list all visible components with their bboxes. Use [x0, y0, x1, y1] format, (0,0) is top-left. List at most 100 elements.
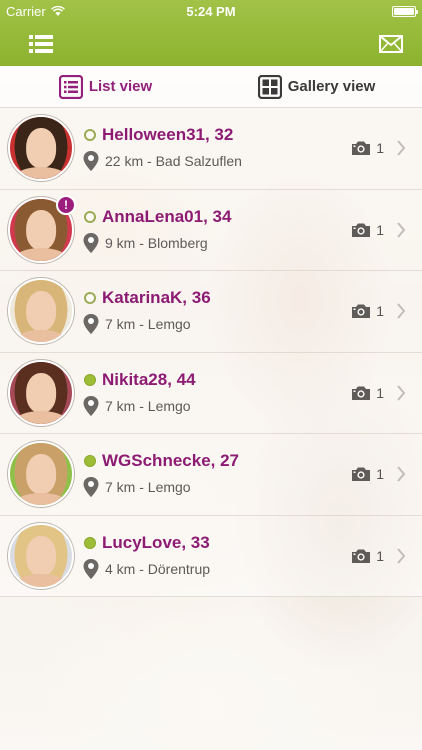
avatar[interactable] [8, 278, 74, 345]
profile-location: 7 km - Lemgo [105, 479, 191, 496]
avatar-wrap: ! [8, 194, 76, 263]
location-pin-icon [83, 558, 99, 579]
profile-info: Nikita28, 44 7 km - Lemgo [83, 370, 351, 416]
avatar-face [26, 291, 56, 332]
avatar-shoulder [16, 166, 66, 180]
profile-name: Helloween31, 32 [102, 125, 234, 145]
chevron-right-icon [397, 466, 406, 482]
location-line: 4 km - Dörentrup [83, 558, 351, 579]
avatar-wrap [8, 115, 74, 182]
app-header: Carrier 5:24 PM [0, 0, 422, 66]
photo-count: 1 [376, 221, 384, 238]
name-line: Nikita28, 44 [84, 370, 351, 390]
photo-count-group: 1 [351, 466, 384, 482]
profile-row[interactable]: ! AnnaLena01, 34 9 km - Blomberg 1 [0, 189, 422, 271]
location-pin-icon [83, 151, 99, 172]
profile-list: Helloween31, 32 22 km - Bad Salzuflen 1 [0, 108, 422, 597]
list-view-icon [58, 74, 83, 99]
menu-button[interactable] [26, 29, 56, 59]
location-pin-icon [83, 314, 99, 335]
avatar[interactable] [8, 359, 74, 426]
nav-bar [0, 22, 422, 66]
avatar-face [26, 128, 56, 169]
avatar-shoulder [16, 574, 66, 587]
envelope-icon [379, 35, 403, 53]
profile-row[interactable]: WGSchnecke, 27 7 km - Lemgo 1 [0, 434, 422, 516]
profile-info: Helloween31, 32 22 km - Bad Salzuflen [83, 125, 351, 172]
location-line: 9 km - Blomberg [83, 232, 351, 253]
camera-icon [352, 386, 371, 400]
photo-count-group: 1 [351, 140, 384, 156]
photo-count-group: 1 [351, 222, 384, 238]
name-line: AnnaLena01, 34 [84, 207, 351, 227]
profile-row[interactable]: KatarinaK, 36 7 km - Lemgo 1 [0, 271, 422, 353]
avatar-shoulder [16, 411, 66, 424]
avatar-shoulder [16, 492, 66, 506]
location-pin-icon [83, 395, 99, 416]
camera-icon [352, 141, 371, 156]
avatar-face [26, 535, 56, 576]
photo-count: 1 [376, 384, 384, 401]
photo-count: 1 [376, 140, 384, 157]
avatar[interactable] [8, 115, 74, 182]
avatar[interactable] [8, 441, 74, 508]
messages-button[interactable] [376, 29, 406, 59]
avatar-face [26, 209, 56, 250]
profile-location: 7 km - Lemgo [105, 397, 191, 414]
profile-name: WGSchnecke, 27 [102, 451, 240, 471]
status-time: 5:24 PM [186, 3, 236, 19]
tab-list-view-label: List view [88, 78, 153, 95]
profile-location: 22 km - Bad Salzuflen [105, 153, 242, 170]
profile-info: WGSchnecke, 27 7 km - Lemgo [83, 451, 351, 498]
name-line: Helloween31, 32 [84, 125, 351, 145]
name-line: LucyLove, 33 [84, 533, 351, 553]
profile-info: AnnaLena01, 34 9 km - Blomberg [83, 207, 351, 253]
profile-name: KatarinaK, 36 [102, 288, 211, 308]
online-status-dot [84, 536, 96, 549]
tab-list-view[interactable]: List view [0, 66, 211, 107]
profile-location: 4 km - Dörentrup [105, 560, 211, 577]
profile-location: 7 km - Lemgo [105, 316, 191, 333]
photo-count: 1 [376, 466, 384, 483]
avatar-face [26, 454, 56, 495]
location-line: 7 km - Lemgo [83, 477, 351, 498]
avatar-wrap [8, 359, 74, 426]
avatar-shoulder [16, 248, 66, 261]
camera-icon [352, 304, 371, 319]
notification-badge: ! [56, 194, 76, 215]
profile-row[interactable]: Helloween31, 32 22 km - Bad Salzuflen 1 [0, 108, 422, 190]
profile-name: AnnaLena01, 34 [102, 206, 232, 226]
location-line: 22 km - Bad Salzuflen [83, 151, 351, 172]
name-line: KatarinaK, 36 [84, 288, 351, 308]
profile-row[interactable]: Nikita28, 44 7 km - Lemgo 1 [0, 352, 422, 434]
battery-icon [392, 5, 418, 17]
profile-row[interactable]: LucyLove, 33 4 km - Dörentrup 1 [0, 515, 422, 597]
photo-count: 1 [376, 303, 384, 320]
avatar[interactable] [8, 522, 74, 589]
status-bar: Carrier 5:24 PM [0, 0, 422, 22]
chevron-right-icon [397, 140, 406, 156]
tab-gallery-view-label: Gallery view [287, 78, 376, 95]
online-status-dot [84, 373, 96, 386]
photo-count-group: 1 [351, 303, 384, 319]
chevron-right-icon [397, 303, 406, 319]
avatar-wrap [8, 278, 74, 345]
profile-name: LucyLove, 33 [102, 532, 210, 552]
photo-count-group: 1 [351, 385, 384, 401]
profile-name: Nikita28, 44 [102, 369, 196, 389]
tab-gallery-view[interactable]: Gallery view [211, 66, 422, 107]
online-status-dot [84, 210, 96, 223]
avatar-wrap [8, 441, 74, 508]
avatar-face [26, 372, 56, 413]
chevron-right-icon [397, 385, 406, 401]
chevron-right-icon [397, 548, 406, 564]
list-menu-icon [29, 35, 53, 53]
location-pin-icon [83, 477, 99, 498]
camera-icon [352, 549, 371, 563]
avatar-shoulder [16, 329, 66, 343]
location-pin-icon [83, 232, 99, 253]
name-line: WGSchnecke, 27 [84, 451, 351, 471]
view-tabs: List view Gallery view [0, 66, 422, 108]
profile-info: LucyLove, 33 4 km - Dörentrup [83, 533, 351, 579]
location-line: 7 km - Lemgo [83, 314, 351, 335]
